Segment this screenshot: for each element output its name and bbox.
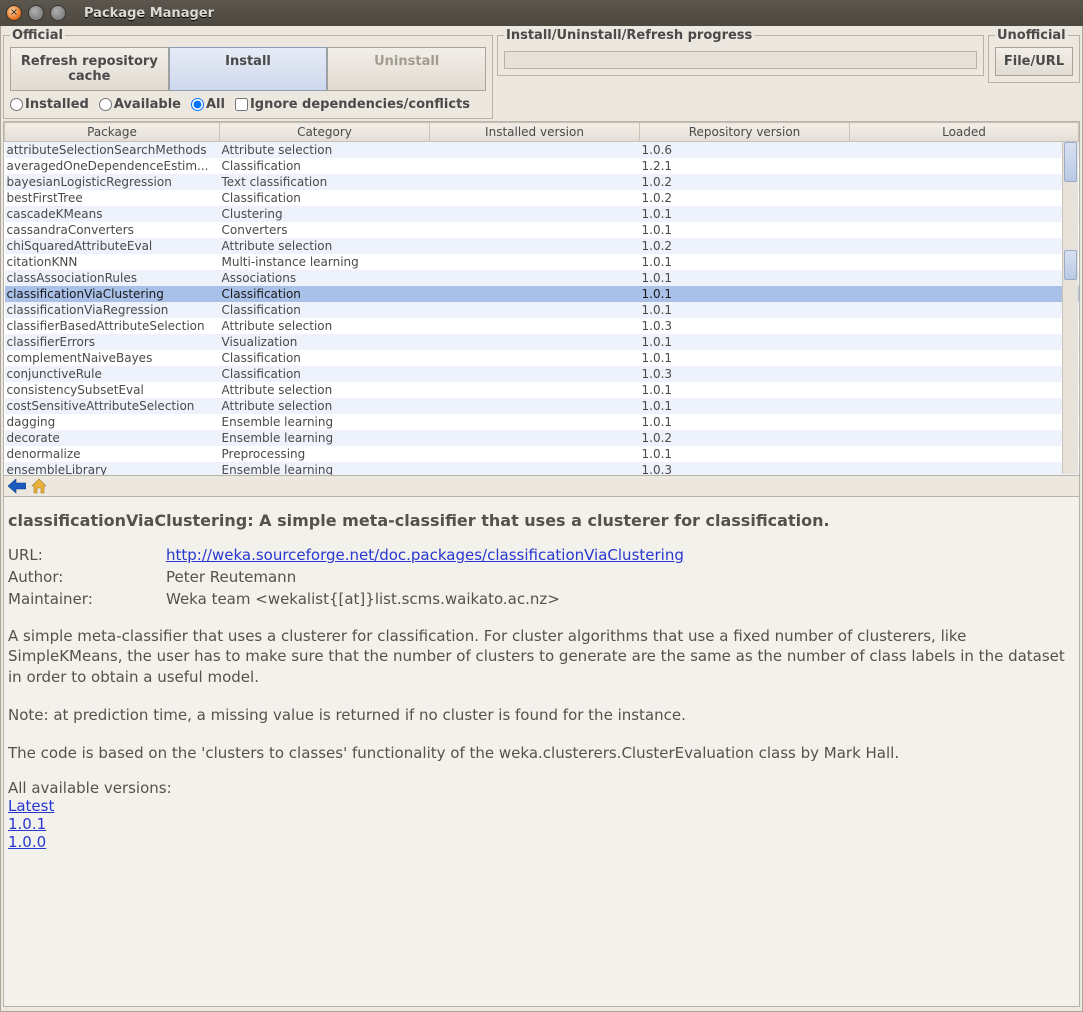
scrollbar-thumb[interactable] — [1064, 250, 1077, 280]
refresh-button[interactable]: Refresh repository cache — [10, 47, 169, 91]
official-panel: Official Refresh repository cache Instal… — [3, 28, 493, 119]
table-row[interactable]: attributeSelectionSearchMethodsAttribute… — [5, 142, 1079, 158]
home-icon[interactable] — [30, 478, 48, 494]
table-row[interactable]: costSensitiveAttributeSelectionAttribute… — [5, 398, 1079, 414]
detail-pane: classificationViaClustering: A simple me… — [3, 497, 1080, 1007]
table-row[interactable]: bestFirstTreeClassification1.0.2 — [5, 190, 1079, 206]
table-row[interactable]: chiSquaredAttributeEvalAttribute selecti… — [5, 238, 1079, 254]
col-installed[interactable]: Installed version — [430, 123, 640, 142]
detail-heading: classificationViaClustering: A simple me… — [8, 511, 1073, 530]
table-row[interactable]: cascadeKMeansClustering1.0.1 — [5, 206, 1079, 222]
url-label: URL: — [8, 546, 166, 564]
detail-paragraph: The code is based on the 'clusters to cl… — [8, 743, 1073, 763]
table-row[interactable]: complementNaiveBayesClassification1.0.1 — [5, 350, 1079, 366]
window-title: Package Manager — [84, 6, 214, 21]
table-row[interactable]: conjunctiveRuleClassification1.0.3 — [5, 366, 1079, 382]
back-icon[interactable] — [8, 478, 26, 494]
col-package[interactable]: Package — [5, 123, 220, 142]
window-minimize-button[interactable] — [28, 5, 44, 21]
table-row[interactable]: decorateEnsemble learning1.0.2 — [5, 430, 1079, 446]
table-row[interactable]: classifierErrorsVisualization1.0.1 — [5, 334, 1079, 350]
table-row[interactable]: ensembleLibraryEnsemble learning1.0.3 — [5, 462, 1079, 477]
col-loaded[interactable]: Loaded — [850, 123, 1079, 142]
file-url-button[interactable]: File/URL — [995, 47, 1073, 76]
unofficial-legend: Unofficial — [995, 28, 1068, 43]
author-value: Peter Reutemann — [166, 568, 296, 586]
version-link[interactable]: 1.0.1 — [8, 815, 1073, 833]
table-row[interactable]: classificationViaRegressionClassificatio… — [5, 302, 1079, 318]
table-row[interactable]: citationKNNMulti-instance learning1.0.1 — [5, 254, 1079, 270]
detail-paragraph: A simple meta-classifier that uses a clu… — [8, 626, 1073, 687]
radio-all[interactable]: All — [191, 97, 225, 112]
maintainer-value: Weka team <wekalist{[at]}list.scms.waika… — [166, 590, 560, 608]
table-row[interactable]: classificationViaClusteringClassificatio… — [5, 286, 1079, 302]
radio-available[interactable]: Available — [99, 97, 181, 112]
detail-nav — [3, 476, 1080, 497]
progress-panel: Install/Uninstall/Refresh progress — [497, 28, 984, 76]
table-row[interactable]: cassandraConvertersConverters1.0.1 — [5, 222, 1079, 238]
scrollbar-thumb[interactable] — [1064, 142, 1077, 182]
window-titlebar: × Package Manager — [0, 0, 1083, 26]
detail-paragraph: Note: at prediction time, a missing valu… — [8, 705, 1073, 725]
window-maximize-button[interactable] — [50, 5, 66, 21]
uninstall-button[interactable]: Uninstall — [327, 47, 486, 91]
author-label: Author: — [8, 568, 166, 586]
ignore-dependencies-checkbox[interactable]: Ignore dependencies/conflicts — [235, 97, 470, 112]
table-row[interactable]: averagedOneDependenceEstim...Classificat… — [5, 158, 1079, 174]
version-link[interactable]: 1.0.0 — [8, 833, 1073, 851]
progress-legend: Install/Uninstall/Refresh progress — [504, 28, 754, 43]
table-row[interactable]: denormalizePreprocessing1.0.1 — [5, 446, 1079, 462]
table-row[interactable]: bayesianLogisticRegressionText classific… — [5, 174, 1079, 190]
table-row[interactable]: daggingEnsemble learning1.0.1 — [5, 414, 1079, 430]
table-header-row: Package Category Installed version Repos… — [5, 123, 1079, 142]
col-category[interactable]: Category — [220, 123, 430, 142]
table-row[interactable]: consistencySubsetEvalAttribute selection… — [5, 382, 1079, 398]
progress-bar — [504, 51, 977, 69]
unofficial-panel: Unofficial File/URL — [988, 28, 1080, 83]
col-repo[interactable]: Repository version — [640, 123, 850, 142]
table-row[interactable]: classifierBasedAttributeSelectionAttribu… — [5, 318, 1079, 334]
table-row[interactable]: classAssociationRulesAssociations1.0.1 — [5, 270, 1079, 286]
official-legend: Official — [10, 28, 65, 43]
package-table[interactable]: Package Category Installed version Repos… — [3, 121, 1080, 476]
window-close-button[interactable]: × — [6, 5, 22, 21]
install-button[interactable]: Install — [169, 47, 328, 91]
radio-installed[interactable]: Installed — [10, 97, 89, 112]
package-url-link[interactable]: http://weka.sourceforge.net/doc.packages… — [166, 546, 684, 564]
table-scrollbar[interactable] — [1062, 142, 1078, 474]
version-link[interactable]: Latest — [8, 797, 1073, 815]
versions-label: All available versions: — [8, 779, 1073, 797]
maintainer-label: Maintainer: — [8, 590, 166, 608]
